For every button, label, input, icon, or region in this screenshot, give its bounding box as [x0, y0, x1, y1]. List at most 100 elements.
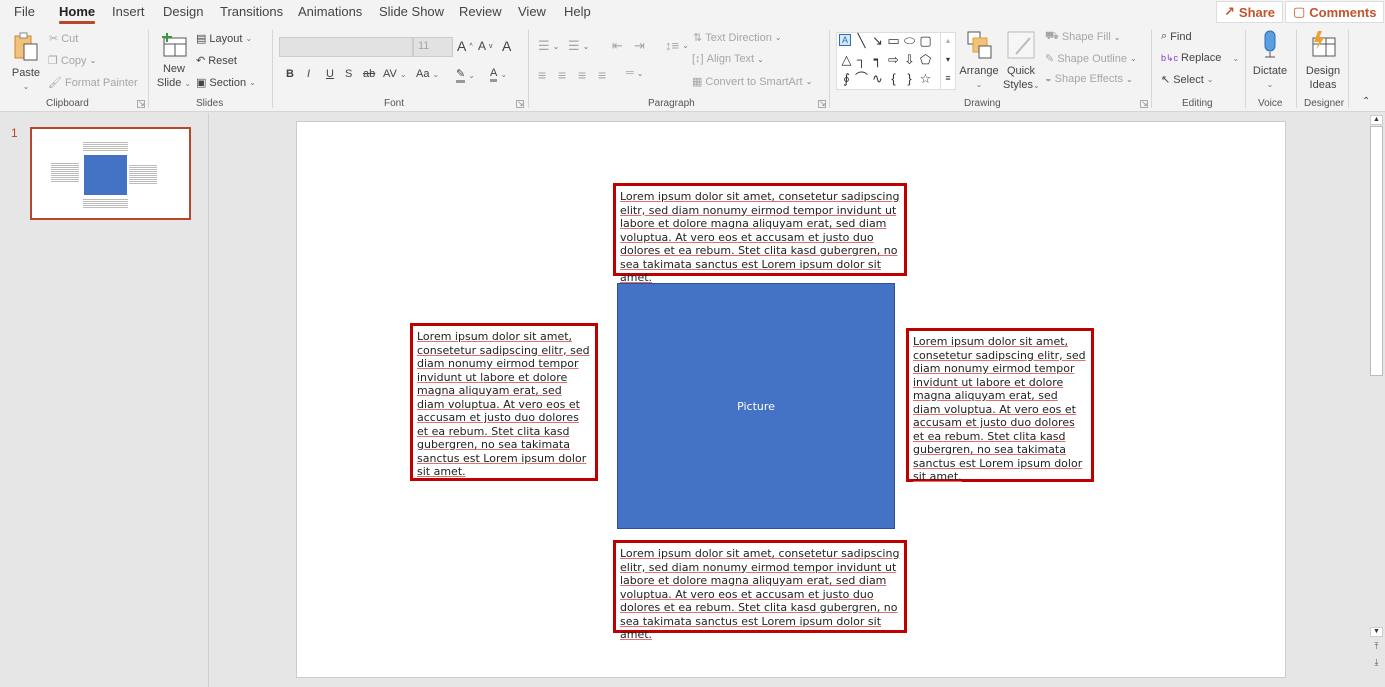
- scrollbar-thumb[interactable]: [1370, 126, 1383, 376]
- cut-button[interactable]: ✂ Cut: [49, 32, 78, 46]
- copy-button[interactable]: ❐ Copy ⌄: [48, 54, 96, 68]
- text-direction-button[interactable]: ⇅ Text Direction ⌄: [693, 31, 782, 45]
- left-brace-shape-icon[interactable]: {: [886, 71, 901, 86]
- font-name-input[interactable]: [279, 37, 413, 57]
- quick-styles-button[interactable]: Quick Styles⌄: [1003, 30, 1040, 93]
- elbow-connector-shape-icon[interactable]: ┐: [854, 52, 869, 67]
- format-painter-button[interactable]: 🖌 Format Painter: [48, 76, 138, 90]
- gallery-down-icon[interactable]: ▾: [940, 52, 955, 71]
- decrease-indent-button[interactable]: ⇤: [612, 38, 623, 54]
- highlight-button[interactable]: ✎ ⌄: [456, 67, 475, 83]
- scroll-up-icon[interactable]: ▲: [1370, 115, 1383, 125]
- shape-effects-button[interactable]: ◒ Shape Effects ⌄: [1045, 73, 1133, 85]
- shadow-button[interactable]: S: [345, 68, 352, 80]
- tab-animations[interactable]: Animations: [298, 4, 362, 19]
- align-text-button[interactable]: [↕] Align Text ⌄: [692, 53, 764, 65]
- scroll-down-icon[interactable]: ▼: [1370, 627, 1383, 637]
- character-spacing-button[interactable]: AV ⌄: [383, 68, 407, 80]
- textbox-bottom[interactable]: Lorem ipsum dolor sit amet, consetetur s…: [613, 540, 907, 641]
- align-right-button[interactable]: ≡: [578, 67, 586, 83]
- tab-file[interactable]: File: [14, 4, 35, 19]
- share-button[interactable]: ↗ Share: [1216, 1, 1284, 23]
- triangle-shape-icon[interactable]: △: [839, 52, 854, 67]
- tab-design[interactable]: Design: [163, 4, 203, 19]
- line-shape-icon[interactable]: ╲: [854, 33, 869, 48]
- dictate-button[interactable]: Dictate ⌄: [1250, 30, 1290, 92]
- paragraph-launcher-icon[interactable]: ↘: [818, 100, 826, 108]
- gallery-more-icon[interactable]: ≡: [940, 71, 955, 90]
- right-arrow-shape-icon[interactable]: ⇨: [886, 52, 901, 67]
- tab-review[interactable]: Review: [459, 4, 502, 19]
- freeform-shape-icon[interactable]: ⬠: [918, 52, 933, 67]
- font-color-button[interactable]: A ⌄: [490, 67, 507, 82]
- find-button[interactable]: ⌕ Find: [1161, 30, 1192, 43]
- rounded-rectangle-shape-icon[interactable]: ▢: [918, 33, 933, 48]
- layout-button[interactable]: ▤ Layout ⌄: [196, 32, 252, 46]
- elbow-arrow-shape-icon[interactable]: ┑: [870, 52, 885, 67]
- slide-number: 1: [11, 126, 18, 140]
- paste-button[interactable]: Paste ⌄: [8, 32, 44, 94]
- columns-button[interactable]: ═ ⌄: [626, 67, 644, 79]
- next-slide-icon[interactable]: ⤓: [1370, 657, 1383, 668]
- star-shape-icon[interactable]: ☆: [918, 71, 933, 86]
- arrow-line-shape-icon[interactable]: ↘: [870, 33, 885, 48]
- collapse-ribbon-button[interactable]: ⌃: [1362, 96, 1370, 107]
- arc-shape-icon[interactable]: ⌒: [854, 71, 869, 86]
- curve-shape-icon[interactable]: ∿: [870, 71, 885, 86]
- bold-button[interactable]: B: [286, 68, 294, 80]
- textbox-shape-icon[interactable]: A: [839, 34, 851, 46]
- textbox-right-text: Lorem ipsum dolor sit amet, consetetur s…: [913, 335, 1086, 483]
- reset-button[interactable]: ↶ Reset: [196, 54, 237, 68]
- change-case-button[interactable]: Aa ⌄: [416, 68, 439, 80]
- right-brace-shape-icon[interactable]: }: [902, 71, 917, 86]
- italic-button[interactable]: I: [307, 68, 310, 80]
- bullets-button[interactable]: ☰ ⌄: [538, 38, 559, 54]
- gallery-up-icon[interactable]: ▴: [940, 33, 955, 52]
- font-launcher-icon[interactable]: ↘: [516, 100, 524, 108]
- shape-outline-button[interactable]: ✎ Shape Outline ⌄: [1045, 52, 1137, 66]
- vertical-scrollbar[interactable]: ▲ ▼ ⤒ ⤓: [1368, 113, 1385, 687]
- grow-font-button[interactable]: A ^: [457, 38, 473, 54]
- comments-button[interactable]: ▢ Comments: [1285, 1, 1385, 23]
- shape-fill-button[interactable]: ⛟ Shape Fill ⌄: [1045, 30, 1120, 44]
- justify-button[interactable]: ≡: [598, 67, 606, 83]
- down-arrow-shape-icon[interactable]: ⇩: [902, 52, 917, 67]
- textbox-top[interactable]: Lorem ipsum dolor sit amet, consetetur s…: [613, 183, 907, 284]
- select-button[interactable]: ↖ Select ⌄: [1161, 73, 1214, 87]
- previous-slide-icon[interactable]: ⤒: [1370, 641, 1383, 652]
- design-ideas-button[interactable]: Design Ideas: [1302, 30, 1344, 92]
- replace-button[interactable]: b↳c Replace ⌄: [1161, 52, 1239, 64]
- font-size-input[interactable]: 11: [413, 37, 453, 57]
- tab-insert[interactable]: Insert: [112, 4, 145, 19]
- shape-outline-label: Shape Outline: [1057, 52, 1127, 65]
- convert-smartart-button[interactable]: ▦ Convert to SmartArt ⌄: [692, 75, 812, 89]
- slide-thumbnail[interactable]: [30, 127, 191, 220]
- textbox-right[interactable]: Lorem ipsum dolor sit amet, consetetur s…: [906, 328, 1094, 483]
- rectangle-shape-icon[interactable]: ▭: [886, 33, 901, 48]
- drawing-launcher-icon[interactable]: ↘: [1140, 100, 1148, 108]
- tab-help[interactable]: Help: [564, 4, 591, 19]
- clipboard-launcher-icon[interactable]: ↘: [137, 100, 145, 108]
- tab-slide-show[interactable]: Slide Show: [379, 4, 444, 19]
- shrink-font-button[interactable]: Av: [478, 39, 493, 53]
- textbox-left[interactable]: Lorem ipsum dolor sit amet, consetetur s…: [410, 323, 598, 481]
- strikethrough-button[interactable]: ab: [363, 68, 375, 80]
- shapes-gallery[interactable]: A ╲ ↘ ▭ ⬭ ▢ △ ┐ ┑ ⇨ ⇩ ⬠ ∮ ⌒ ∿ { } ☆ ▴ ▾ …: [836, 32, 956, 90]
- increase-indent-button[interactable]: ⇥: [634, 38, 645, 54]
- arrange-button[interactable]: Arrange ⌄: [959, 30, 999, 92]
- section-button[interactable]: ▣ Section ⌄: [196, 76, 256, 90]
- slide-canvas[interactable]: Lorem ipsum dolor sit amet, consetetur s…: [296, 121, 1286, 678]
- scribble-shape-icon[interactable]: ∮: [839, 71, 854, 86]
- tab-transitions[interactable]: Transitions: [220, 4, 283, 19]
- align-center-button[interactable]: ≡: [558, 67, 566, 83]
- picture-placeholder[interactable]: Picture: [617, 283, 895, 529]
- oval-shape-icon[interactable]: ⬭: [902, 33, 917, 48]
- underline-button[interactable]: U: [326, 68, 334, 80]
- new-slide-button[interactable]: New Slide ⌄: [156, 32, 192, 91]
- tab-view[interactable]: View: [518, 4, 546, 19]
- clear-formatting-button[interactable]: A: [502, 38, 511, 54]
- line-spacing-button[interactable]: ↕≡ ⌄: [665, 38, 689, 53]
- numbering-button[interactable]: ☰ ⌄: [568, 38, 589, 54]
- tab-home[interactable]: Home: [59, 4, 96, 24]
- align-left-button[interactable]: ≡: [538, 67, 546, 83]
